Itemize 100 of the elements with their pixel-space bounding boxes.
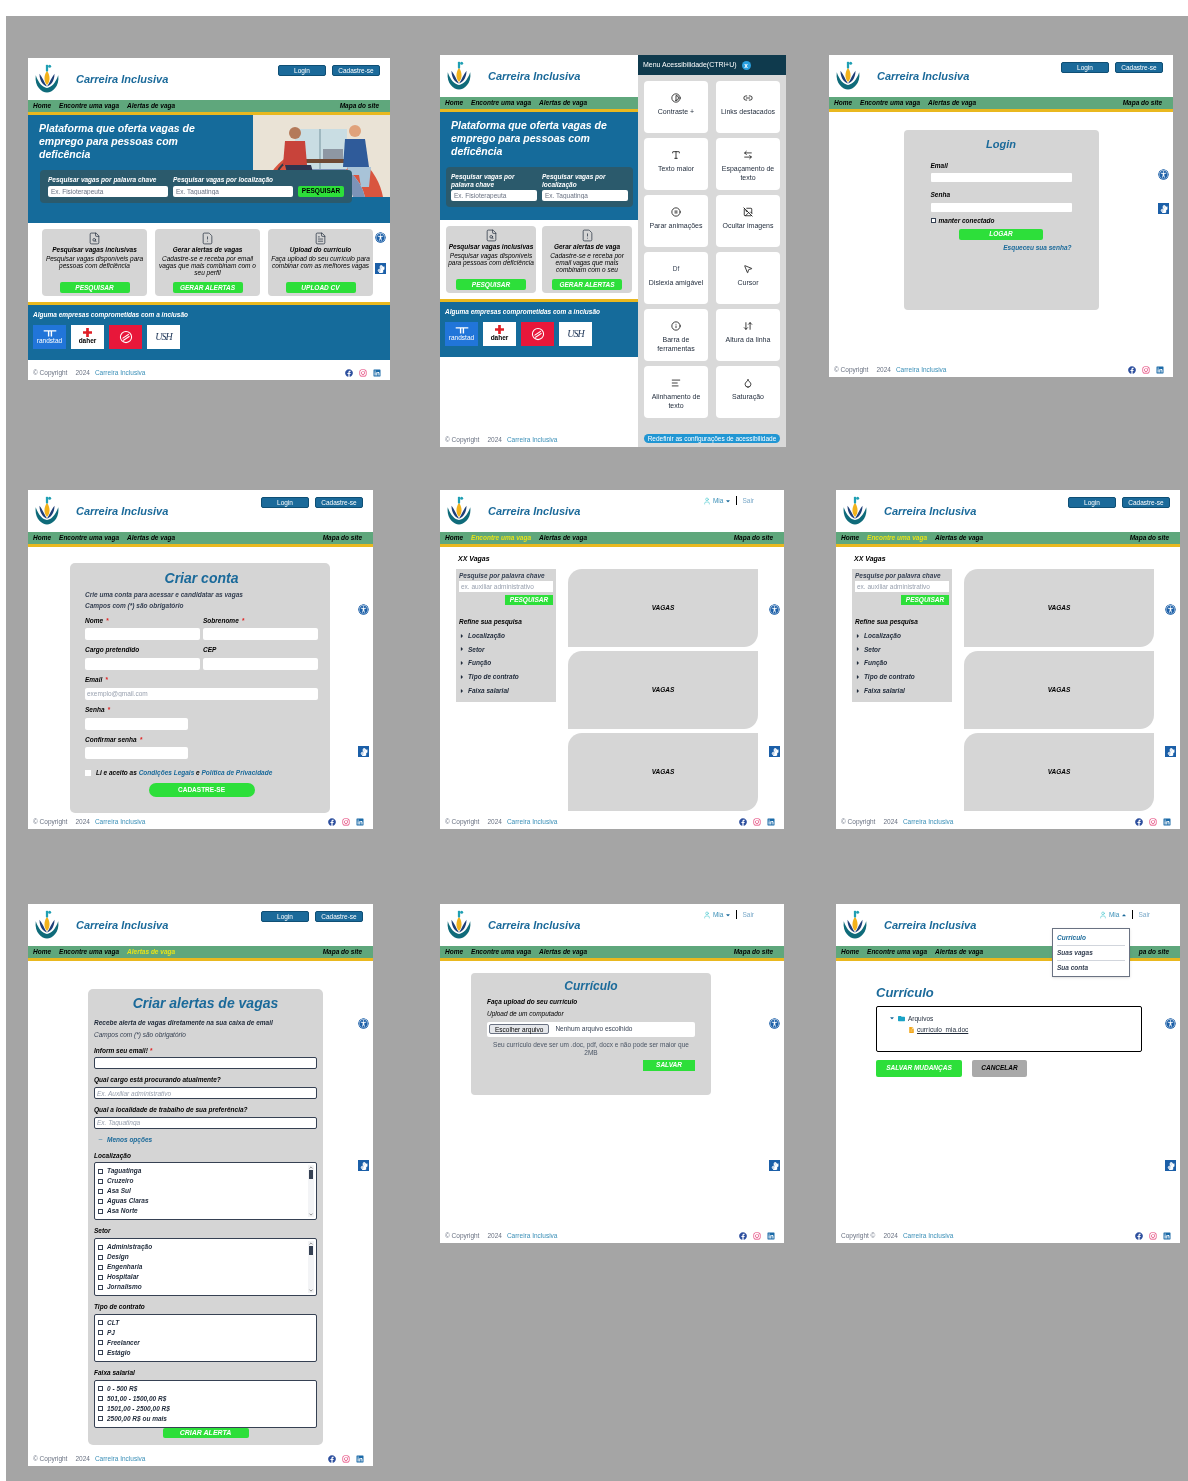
input-field[interactable]	[85, 747, 188, 760]
accessibility-icon[interactable]	[1165, 604, 1176, 615]
linkedin-icon[interactable]	[356, 1455, 364, 1463]
accessibility-icon[interactable]	[358, 604, 369, 615]
input-field[interactable]	[930, 173, 1072, 183]
facebook-icon[interactable]	[328, 818, 336, 826]
input-field[interactable]	[203, 628, 318, 641]
facebook-icon[interactable]	[1135, 1232, 1143, 1240]
hands-icon	[770, 747, 779, 756]
checkbox[interactable]	[98, 1168, 103, 1174]
checkbox[interactable]	[98, 1274, 103, 1280]
page-title: Currículo	[876, 984, 935, 1002]
sign-language-button[interactable]	[769, 1160, 780, 1171]
linkedin-icon[interactable]	[356, 818, 364, 826]
linkedin-icon[interactable]	[373, 369, 381, 377]
linkedin-icon[interactable]	[1163, 1232, 1171, 1240]
site-title: Carreira Inclusiva	[76, 917, 169, 933]
facebook-icon[interactable]	[328, 1455, 336, 1463]
sign-language-button[interactable]	[1165, 1160, 1176, 1171]
instagram-icon[interactable]	[753, 1232, 761, 1240]
input-field[interactable]	[85, 628, 200, 641]
hands-icon	[1166, 1161, 1175, 1170]
checkbox[interactable]	[98, 1340, 103, 1346]
linkedin-icon[interactable]	[767, 818, 775, 826]
line-height-icon	[743, 321, 753, 331]
hands-icon	[359, 747, 368, 756]
instagram-icon[interactable]	[1149, 1232, 1157, 1240]
hidden-image-icon	[743, 207, 753, 217]
hands-icon	[770, 1161, 779, 1170]
card-title: Login	[985, 137, 1017, 152]
input-field[interactable]	[85, 658, 200, 670]
hands-icon	[1166, 747, 1175, 756]
site-title: Carreira Inclusiva	[488, 503, 581, 519]
file-alert-icon	[580, 229, 594, 242]
linkedin-icon[interactable]	[767, 1232, 775, 1240]
droplet-icon	[743, 378, 753, 388]
checkbox[interactable]	[98, 1264, 103, 1270]
form-title: Criar conta	[163, 569, 240, 588]
checkbox[interactable]	[98, 1244, 103, 1250]
checkbox[interactable]	[98, 1406, 103, 1411]
input-field[interactable]	[85, 717, 188, 730]
instagram-icon[interactable]	[359, 369, 367, 377]
instagram-icon[interactable]	[1142, 366, 1150, 374]
accessibility-icon[interactable]	[769, 604, 780, 615]
site-title: Carreira Inclusiva	[884, 503, 977, 519]
checkbox[interactable]	[98, 1188, 103, 1194]
sign-language-button[interactable]	[1158, 203, 1169, 214]
user-icon	[1098, 910, 1107, 919]
input-field[interactable]	[930, 203, 1072, 212]
caret-down-icon[interactable]	[889, 1015, 895, 1022]
accessibility-icon[interactable]	[769, 1018, 780, 1029]
hands-icon	[359, 1161, 368, 1170]
cursor-icon	[743, 264, 753, 274]
facebook-icon[interactable]	[1135, 818, 1143, 826]
facebook-icon[interactable]	[345, 369, 353, 377]
hands-icon	[1159, 204, 1168, 213]
facebook-icon[interactable]	[739, 1232, 747, 1240]
checkbox[interactable]	[98, 1254, 103, 1260]
input-field[interactable]	[203, 658, 318, 670]
instagram-icon[interactable]	[342, 818, 350, 826]
sign-language-button[interactable]	[375, 263, 386, 274]
checkbox[interactable]	[98, 1320, 103, 1326]
checkbox[interactable]	[98, 1198, 103, 1204]
checkbox[interactable]	[930, 218, 936, 224]
sign-language-button[interactable]	[358, 746, 369, 757]
site-title: Carreira Inclusiva	[76, 71, 169, 87]
accessibility-icon[interactable]	[1158, 169, 1169, 180]
site-title: Carreira Inclusiva	[488, 917, 581, 933]
sign-language-button[interactable]	[358, 1160, 369, 1171]
instagram-icon[interactable]	[342, 1455, 350, 1463]
sign-language-button[interactable]	[1165, 746, 1176, 757]
checkbox[interactable]	[98, 1178, 103, 1184]
facebook-icon[interactable]	[1128, 366, 1136, 374]
scrollbar[interactable]	[308, 1165, 314, 1218]
input-field[interactable]	[94, 1057, 317, 1070]
checkbox[interactable]	[98, 1208, 103, 1214]
checkbox[interactable]	[98, 1416, 103, 1421]
document-icon	[314, 232, 327, 245]
linkedin-icon[interactable]	[1163, 818, 1171, 826]
chevron-up-icon[interactable]	[308, 1165, 314, 1171]
file-search-icon	[88, 232, 101, 245]
hands-icon	[376, 264, 385, 273]
swoosh-circle-icon	[530, 326, 545, 341]
instagram-icon[interactable]	[753, 818, 761, 826]
facebook-icon[interactable]	[739, 818, 747, 826]
checkbox[interactable]	[98, 1284, 103, 1290]
accessibility-icon[interactable]	[358, 1018, 369, 1029]
accessibility-icon[interactable]	[375, 232, 386, 243]
linkedin-icon[interactable]	[1156, 366, 1164, 374]
info-icon	[671, 321, 681, 331]
checkbox[interactable]	[98, 1386, 103, 1391]
instagram-icon[interactable]	[1149, 818, 1157, 826]
chevron-down-icon[interactable]	[308, 1212, 314, 1218]
accessibility-icon[interactable]	[1165, 1018, 1176, 1029]
checkbox[interactable]	[98, 1330, 103, 1336]
hero-title: Plataforma que oferta vagas de emprego para pessoas com deficência	[451, 119, 608, 158]
card-title: Currículo	[563, 978, 619, 995]
checkbox[interactable]	[98, 1350, 103, 1356]
checkbox[interactable]	[98, 1396, 103, 1401]
sign-language-button[interactable]	[769, 746, 780, 757]
